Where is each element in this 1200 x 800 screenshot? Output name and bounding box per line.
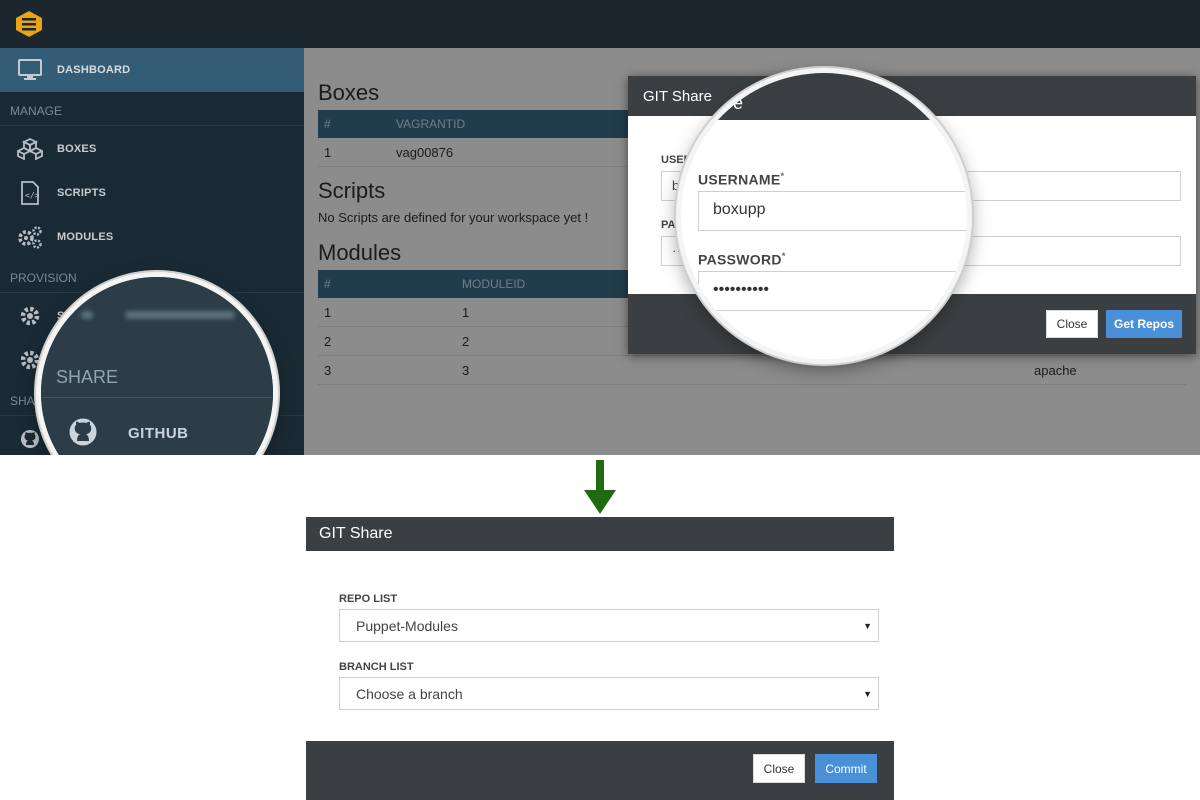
modal-body: REPO LIST Puppet-Modules ▼ BRANCH LIST C… — [306, 551, 894, 741]
close-button[interactable]: Close — [1046, 310, 1098, 338]
select-value: Choose a branch — [356, 685, 463, 702]
caret-down-icon: ▼ — [863, 620, 872, 631]
zoom-blur — [81, 311, 93, 319]
caret-down-icon: ▼ — [863, 688, 872, 699]
zoom-title-fragment: re — [727, 93, 744, 113]
zoom-password-label: PASSWORD* — [698, 251, 786, 268]
branch-list-label: BRANCH LIST — [339, 661, 414, 673]
branch-list-select[interactable]: Choose a branch ▼ — [339, 677, 879, 710]
zoom-username-field[interactable]: boxupp — [698, 191, 967, 231]
repo-list-select[interactable]: Puppet-Modules ▼ — [339, 609, 879, 642]
select-value: Puppet-Modules — [356, 617, 458, 634]
app-screenshot: DASHBOARD MANAGE BOXES </> SCRIPTS MODUL… — [0, 0, 1200, 455]
divider — [41, 397, 273, 398]
repo-list-label: REPO LIST — [339, 593, 398, 605]
commit-button[interactable]: Commit — [815, 754, 877, 783]
zoom-username-label: USERNAME* — [698, 171, 785, 188]
modal-title: GIT Share — [319, 525, 393, 542]
zoom-section-share: SHARE — [56, 367, 119, 387]
zoom-title-bar — [681, 73, 967, 120]
get-repos-button[interactable]: Get Repos — [1106, 310, 1182, 338]
magnifier-sidebar-github: SHARE GITHUB — [36, 272, 278, 455]
down-arrow-icon — [584, 460, 616, 514]
zoom-password-field[interactable]: •••••••••• — [698, 271, 967, 311]
git-share-commit-modal: GIT Share REPO LIST Puppet-Modules ▼ BRA… — [306, 517, 894, 800]
zoom-github-icon — [68, 417, 98, 452]
top-bar — [0, 0, 1200, 48]
boxupp-logo-icon — [16, 11, 42, 37]
magnifier-login-fields: re USERNAME* boxupp PASSWORD* •••••••••• — [676, 68, 972, 364]
close-button[interactable]: Close — [753, 754, 805, 783]
zoom-github-label[interactable]: GITHUB — [128, 425, 189, 442]
zoom-blur — [125, 311, 235, 319]
